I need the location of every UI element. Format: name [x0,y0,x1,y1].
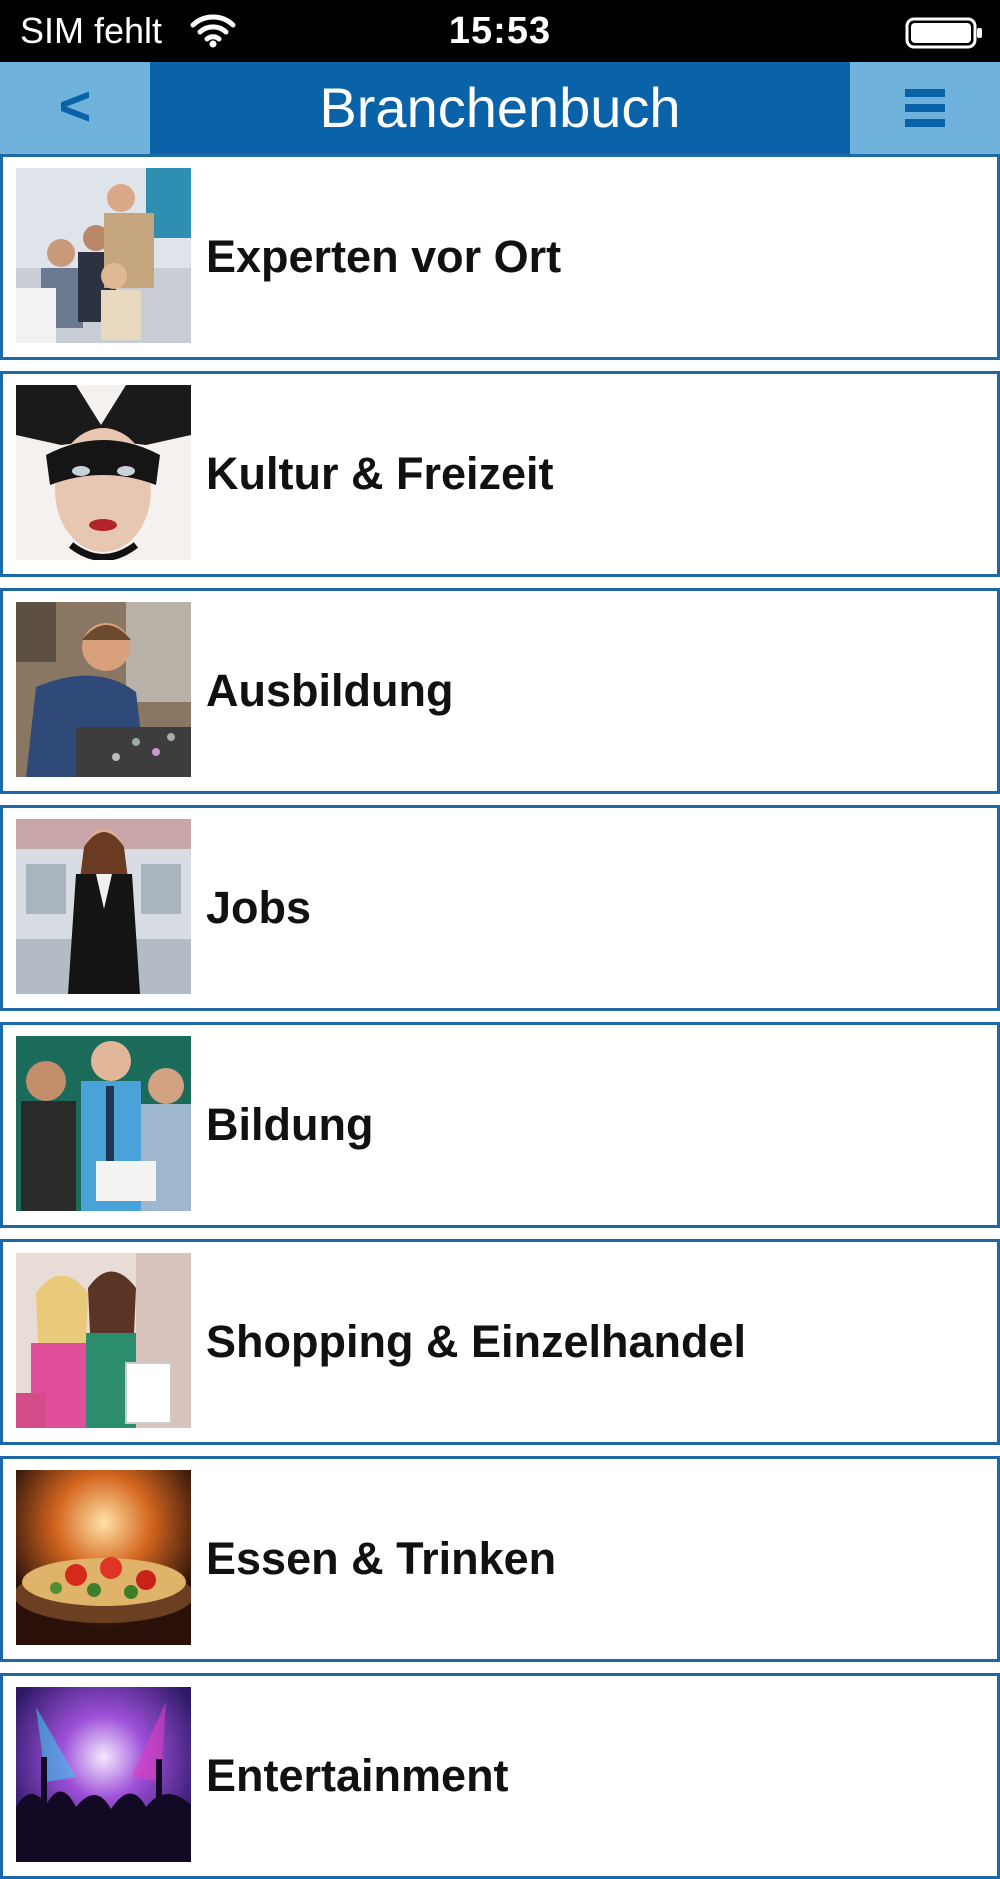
business-team-photo [16,168,191,343]
list-item-label: Bildung [206,1099,374,1150]
list-item-shopping-einzelhandel[interactable]: Shopping & Einzelhandel [0,1239,1000,1445]
list-item-ausbildung[interactable]: Ausbildung [0,588,1000,794]
list-item-label: Shopping & Einzelhandel [206,1316,746,1367]
navigation-bar: < Branchenbuch [0,62,1000,154]
back-chevron-icon: < [58,74,92,137]
list-item-label: Ausbildung [206,665,454,716]
shopping-women-photo [16,1253,191,1428]
pizza-food-photo [16,1470,191,1645]
list-item-entertainment[interactable]: Entertainment [0,1673,1000,1879]
list-item-label: Essen & Trinken [206,1533,557,1584]
concert-crowd-photo [16,1687,191,1862]
businesswoman-photo [16,819,191,994]
list-item-label: Jobs [206,882,312,933]
back-button[interactable]: < [0,62,150,154]
list-item-essen-trinken[interactable]: Essen & Trinken [0,1456,1000,1662]
list-item-jobs[interactable]: Jobs [0,805,1000,1011]
list-item-kultur-freizeit[interactable]: Kultur & Freizeit [0,371,1000,577]
clock-time: 15:53 [448,10,552,52]
classroom-group-photo [16,1036,191,1211]
page-title: Branchenbuch [319,76,681,139]
carnival-mask-photo [16,385,191,560]
list-item-bildung[interactable]: Bildung [0,1022,1000,1228]
menu-button[interactable] [850,62,1000,154]
status-bar: SIM fehlt 15:53 [0,0,1000,62]
list-item-label: Kultur & Freizeit [206,448,554,499]
list-item-label: Experten vor Ort [206,231,562,282]
list-item-label: Entertainment [206,1750,509,1801]
apprentice-workshop-photo [16,602,191,777]
battery-icon [905,17,982,49]
list-item-experten-vor-ort[interactable]: Experten vor Ort [0,154,1000,360]
hamburger-menu-icon [905,89,945,127]
